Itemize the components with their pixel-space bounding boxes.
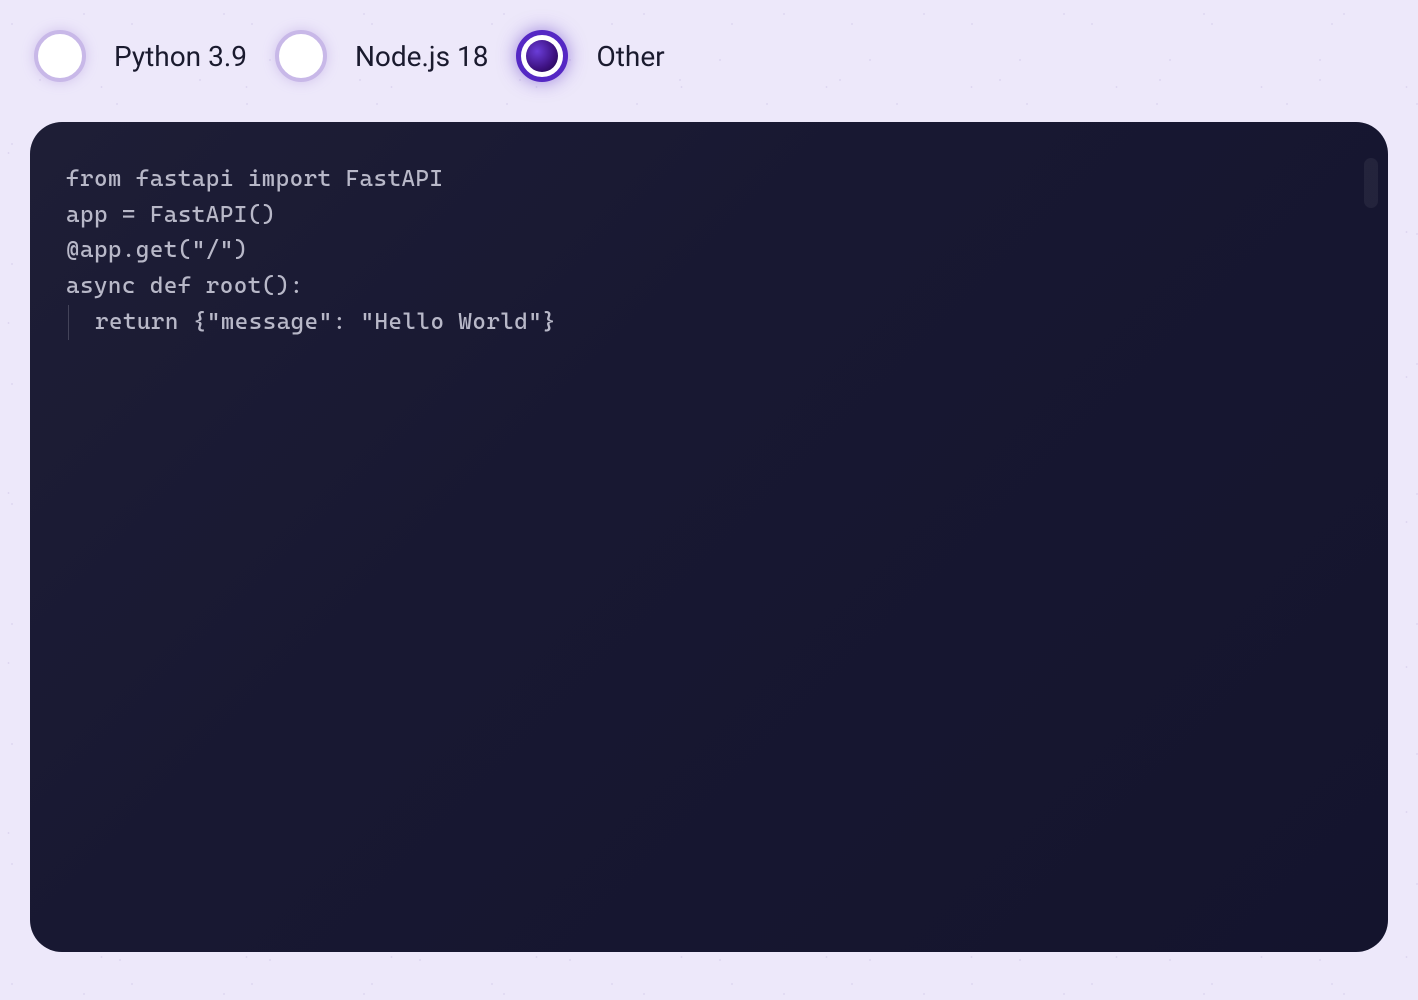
- radio-button-icon: [275, 30, 327, 82]
- runtime-radio-group: Python 3.9 Node.js 18 Other: [30, 30, 1388, 82]
- radio-label: Node.js 18: [355, 40, 489, 73]
- code-line: return {"message": "Hello World"}: [68, 305, 1352, 341]
- scrollbar-thumb[interactable]: [1364, 158, 1378, 208]
- radio-option-python[interactable]: Python 3.9: [34, 30, 247, 82]
- code-line: from fastapi import FastAPI: [66, 162, 1352, 198]
- radio-option-nodejs[interactable]: Node.js 18: [275, 30, 489, 82]
- radio-button-icon: [516, 30, 568, 82]
- code-line: app = FastAPI(): [66, 198, 1352, 234]
- radio-label: Python 3.9: [114, 40, 247, 73]
- radio-option-other[interactable]: Other: [516, 30, 664, 82]
- radio-label: Other: [596, 40, 664, 73]
- code-content[interactable]: from fastapi import FastAPIapp = FastAPI…: [66, 162, 1352, 340]
- code-line: async def root():: [66, 269, 1352, 305]
- code-line: @app.get("/"): [66, 233, 1352, 269]
- radio-button-icon: [34, 30, 86, 82]
- code-editor-panel: from fastapi import FastAPIapp = FastAPI…: [30, 122, 1388, 952]
